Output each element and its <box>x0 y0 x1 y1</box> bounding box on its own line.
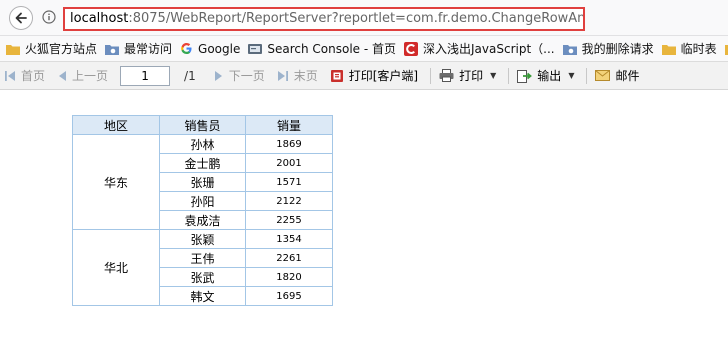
gear-folder-icon <box>105 44 120 55</box>
sales-cell: 2261 <box>245 248 333 268</box>
url-path: :8075/WebReport/ReportServer?reportlet=c… <box>128 11 585 26</box>
report-table: 地区 销售员 销量 华东 孙林 1869 金士鹏 2001 张珊 1571 孙阳… <box>72 115 333 306</box>
bookmark-javascript[interactable]: 深入浅出JavaScript（... <box>404 40 555 57</box>
gear-folder-icon <box>562 44 577 55</box>
salesperson-cell: 张武 <box>159 267 246 287</box>
folder-icon <box>6 44 20 55</box>
header-region: 地区 <box>72 115 160 135</box>
prev-page-button[interactable]: 上一页 <box>57 67 108 84</box>
sales-cell: 1695 <box>245 286 333 306</box>
export-button[interactable]: 输出 ▼ <box>517 67 574 84</box>
last-page-icon <box>277 70 288 81</box>
sales-cell: 1869 <box>245 134 333 154</box>
search-console-icon <box>248 43 263 54</box>
url-field[interactable]: localhost:8075/WebReport/ReportServer?re… <box>63 7 585 31</box>
bookmark-label: Google <box>198 41 241 56</box>
chevron-down-icon: ▼ <box>568 71 575 80</box>
bookmark-label: 火狐官方站点 <box>25 42 98 56</box>
print-label: 打印 <box>459 69 484 83</box>
sales-cell: 2001 <box>245 153 333 173</box>
bookmark-search-console[interactable]: Search Console - 首页 <box>248 40 396 57</box>
address-bar: localhost:8075/WebReport/ReportServer?re… <box>0 0 728 36</box>
bookmarks-bar: 火狐官方站点 最常访问 Google Search Console - 首页 深… <box>0 36 728 62</box>
envelope-icon <box>595 70 611 81</box>
first-page-button[interactable]: 首页 <box>4 67 45 84</box>
salesperson-cell: 孙阳 <box>159 191 246 211</box>
salesperson-cell: 王伟 <box>159 248 246 268</box>
table-row: 华东 孙林 1869 <box>72 134 333 230</box>
export-label: 输出 <box>537 69 562 83</box>
salesperson-cell: 张颖 <box>159 229 246 249</box>
salesperson-cell: 孙林 <box>159 134 246 154</box>
next-page-label: 下一页 <box>228 69 265 83</box>
report-toolbar: 首页 上一页 /1 下一页 末页 打印[客户端] 打印 ▼ 输出 ▼ 邮件 <box>0 62 728 90</box>
bookmark-temp-table[interactable]: 临时表 <box>661 40 717 57</box>
page-total: /1 <box>184 68 196 83</box>
bookmark-delete-requests[interactable]: 我的删除请求 <box>562 40 654 57</box>
folder-icon <box>661 44 676 55</box>
print-client-button[interactable]: 打印[客户端] <box>330 67 418 84</box>
header-salesperson: 销售员 <box>159 115 246 135</box>
bookmark-label: 我的删除请求 <box>581 42 654 56</box>
info-icon[interactable] <box>42 10 56 24</box>
last-page-button[interactable]: 末页 <box>277 67 318 84</box>
next-page-icon <box>214 70 222 81</box>
export-icon <box>517 69 533 83</box>
bookmark-google[interactable]: Google <box>180 42 240 56</box>
salesperson-cell: 金士鹏 <box>159 153 246 173</box>
bookmark-label: 临时表 <box>680 42 717 56</box>
table-header-row: 地区 销售员 销量 <box>72 115 333 135</box>
print-button[interactable]: 打印 ▼ <box>439 67 496 84</box>
salesperson-cell: 韩文 <box>159 286 246 306</box>
salesperson-cell: 张珊 <box>159 172 246 192</box>
sales-cell: 2255 <box>245 210 333 230</box>
bookmark-label: 最常访问 <box>124 42 173 56</box>
toolbar-divider <box>430 67 432 84</box>
region-cell: 华东 <box>72 134 160 230</box>
toolbar-divider <box>508 67 510 84</box>
bookmark-f[interactable]: f <box>724 42 728 56</box>
first-page-icon <box>5 70 15 81</box>
next-page-button[interactable]: 下一页 <box>214 67 265 84</box>
arrow-left-icon <box>15 12 27 24</box>
bookmark-firefox-official[interactable]: 火狐官方站点 <box>6 40 97 57</box>
google-icon <box>181 43 192 54</box>
pdf-print-icon <box>330 69 343 82</box>
bookmark-label: 深入浅出JavaScript（... <box>423 42 555 56</box>
printer-icon <box>439 69 454 82</box>
mail-label: 邮件 <box>615 69 640 83</box>
mail-button[interactable]: 邮件 <box>595 67 639 84</box>
print-client-label: 打印[客户端] <box>348 69 419 83</box>
bookmark-label: Search Console - 首页 <box>267 42 396 56</box>
url-host: localhost <box>70 11 129 26</box>
sales-cell: 1354 <box>245 229 333 249</box>
first-page-label: 首页 <box>21 69 46 83</box>
toolbar-divider <box>586 67 588 84</box>
back-button[interactable] <box>9 6 33 30</box>
header-sales: 销量 <box>245 115 333 135</box>
sales-cell: 2122 <box>245 191 333 211</box>
bookmark-most-visited[interactable]: 最常访问 <box>105 40 172 57</box>
sales-cell: 1820 <box>245 267 333 287</box>
region-cell: 华北 <box>72 229 160 306</box>
prev-page-label: 上一页 <box>72 69 109 83</box>
page-number-input[interactable] <box>120 65 171 86</box>
prev-page-icon <box>59 70 67 81</box>
c-logo-icon <box>404 41 418 56</box>
chevron-down-icon: ▼ <box>490 71 497 80</box>
last-page-label: 末页 <box>293 69 318 83</box>
table-row: 华北 张颖 1354 <box>72 229 333 306</box>
folder-icon <box>724 44 728 55</box>
sales-cell: 1571 <box>245 172 333 192</box>
salesperson-cell: 袁成洁 <box>159 210 246 230</box>
